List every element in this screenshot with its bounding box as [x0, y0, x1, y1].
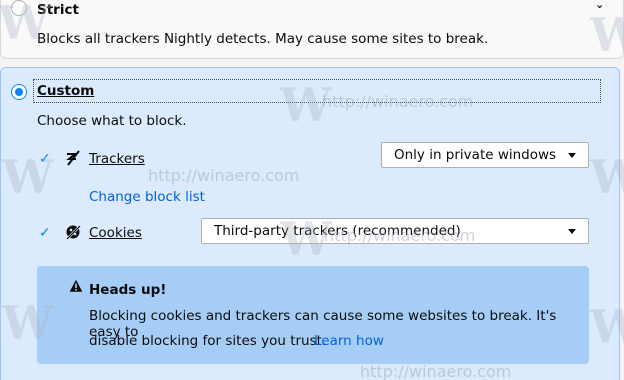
cookies-dropdown-value: Third-party trackers (recommended)	[214, 223, 461, 239]
learn-how-link[interactable]: Learn how	[314, 333, 384, 349]
strict-title-text: Strict	[37, 2, 79, 18]
trackers-dropdown[interactable]: Only in private windows	[381, 142, 589, 168]
strict-section[interactable]: Strict ⌄ Blocks all trackers Nightly det…	[0, 0, 624, 59]
trackers-label-text: Trackers	[89, 151, 145, 167]
chevron-down-icon[interactable]: ⌄	[595, 0, 604, 11]
heads-up-text-line2: disable blocking for sites you trust.	[89, 333, 327, 349]
dropdown-arrow-icon	[568, 153, 576, 158]
warning-icon	[69, 279, 83, 297]
cookie-icon	[65, 224, 81, 243]
trackers-icon	[65, 150, 81, 169]
trackers-dropdown-value: Only in private windows	[394, 147, 557, 163]
cookies-checkbox[interactable]: ✓	[39, 226, 53, 240]
choose-text: Choose what to block.	[37, 113, 187, 129]
dropdown-arrow-icon	[568, 229, 576, 234]
strict-description: Blocks all trackers Nightly detects. May…	[37, 31, 489, 47]
cookies-label-text: Cookies	[89, 225, 142, 241]
trackers-checkbox[interactable]: ✓	[39, 152, 53, 166]
custom-focus-ring	[33, 79, 601, 103]
cookies-dropdown[interactable]: Third-party trackers (recommended)	[201, 218, 589, 244]
heads-up-box: Heads up! Blocking cookies and trackers …	[37, 266, 589, 364]
custom-section: Custom Choose what to block. ✓ Trackers …	[0, 67, 620, 380]
strict-radio[interactable]	[11, 0, 27, 16]
content-blocking-panel: Strict ⌄ Blocks all trackers Nightly det…	[0, 0, 624, 380]
custom-radio[interactable]	[11, 84, 27, 100]
cookies-label: Cookies	[89, 225, 142, 241]
change-block-list-link[interactable]: Change block list	[89, 189, 205, 205]
heads-up-title: Heads up!	[89, 282, 167, 298]
custom-title[interactable]: Custom	[37, 83, 94, 99]
strict-title: Strict	[37, 2, 79, 18]
trackers-label: Trackers	[89, 151, 145, 167]
